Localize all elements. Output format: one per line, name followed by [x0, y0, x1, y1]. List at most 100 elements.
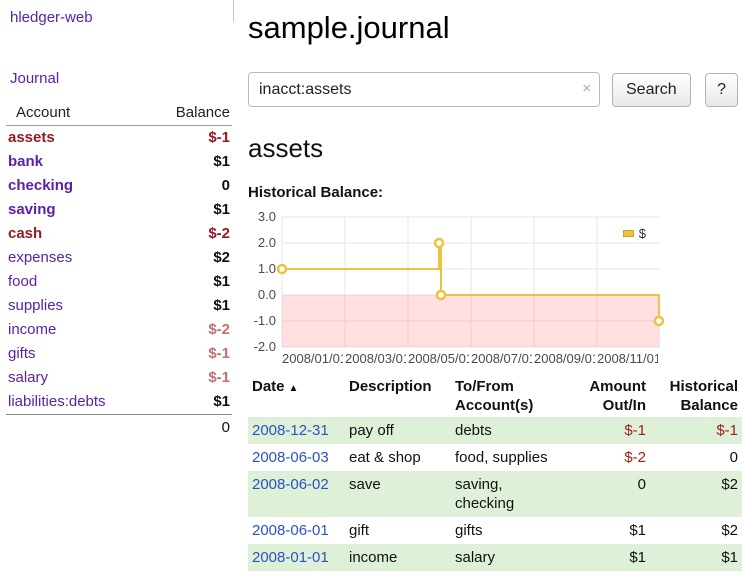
account-row: supplies $1 [6, 294, 232, 318]
y-axis-tick-label: 1.0 [248, 262, 276, 276]
legend-label: $ [639, 226, 646, 241]
sidebar-item-cash[interactable]: cash [8, 225, 42, 242]
sidebar-item-assets[interactable]: assets [8, 129, 55, 146]
accounts-total-row: 0 [6, 415, 232, 442]
register-header-balance: Historical Balance [650, 375, 742, 417]
register-row: 2008-12-31 pay off debts $-1 $-1 [248, 417, 742, 444]
account-balance: $-2 [143, 222, 232, 246]
y-axis-tick-label: 3.0 [248, 210, 276, 224]
y-axis-tick-label: -1.0 [248, 314, 276, 328]
account-row: assets $-1 [6, 126, 232, 151]
register-amount: $1 [563, 517, 650, 544]
register-description: gift [345, 517, 451, 544]
account-balance: $-1 [143, 342, 232, 366]
account-balance: $-1 [143, 366, 232, 390]
accounts-table: Account Balance assets $-1 bank $1 check… [6, 101, 232, 441]
account-row: liabilities:debts $1 [6, 390, 232, 415]
historical-balance-chart: 3.02.01.00.0-1.0-2.0 $ 2008/01/012008/03… [248, 211, 662, 369]
account-balance: $1 [143, 270, 232, 294]
account-row: saving $1 [6, 198, 232, 222]
sidebar-item-gifts[interactable]: gifts [8, 345, 36, 362]
register-balance: $2 [650, 471, 742, 517]
account-balance: $1 [143, 294, 232, 318]
register-amount: $-2 [563, 444, 650, 471]
sidebar-item-income[interactable]: income [8, 321, 56, 338]
register-date-link[interactable]: 2008-06-03 [252, 449, 329, 466]
accounts-header-account: Account [6, 101, 143, 126]
register-header-amount: Amount Out/In [563, 375, 650, 417]
sidebar-item-supplies[interactable]: supplies [8, 297, 63, 314]
account-row: food $1 [6, 270, 232, 294]
sidebar-item-checking[interactable]: checking [8, 177, 73, 194]
register-header-date-label: Date [252, 378, 285, 395]
legend-swatch [623, 230, 634, 237]
sidebar-item-salary[interactable]: salary [8, 369, 48, 386]
register-date-link[interactable]: 2008-12-31 [252, 422, 329, 439]
account-balance: $1 [143, 198, 232, 222]
register-header-date[interactable]: Date▲ [248, 375, 345, 417]
account-row: income $-2 [6, 318, 232, 342]
register-amount: 0 [563, 471, 650, 517]
chart-legend: $ [619, 225, 650, 242]
sidebar-item-journal[interactable]: Journal [10, 70, 240, 87]
sidebar-item-liabilities-debts[interactable]: liabilities:debts [8, 393, 106, 410]
register-date-link[interactable]: 2008-06-02 [252, 476, 329, 493]
account-row: salary $-1 [6, 366, 232, 390]
register-date-link[interactable]: 2008-01-01 [252, 549, 329, 566]
register-table: Date▲ Description To/From Account(s) Amo… [248, 375, 742, 571]
register-balance: $2 [650, 517, 742, 544]
help-button[interactable]: ? [705, 73, 738, 107]
sort-ascending-icon: ▲ [285, 383, 299, 394]
account-balance: $-2 [143, 318, 232, 342]
sidebar-item-food[interactable]: food [8, 273, 37, 290]
x-axis-tick-label: 2008/11/01 [597, 351, 658, 366]
account-row: checking 0 [6, 174, 232, 198]
register-description: income [345, 544, 451, 571]
register-description: save [345, 471, 451, 517]
account-balance: 0 [143, 174, 232, 198]
register-account: gifts [451, 517, 563, 544]
register-balance: $1 [650, 544, 742, 571]
sidebar: hledger-web Journal Account Balance asse… [0, 0, 240, 441]
y-axis-tick-label: -2.0 [248, 340, 276, 354]
register-description: pay off [345, 417, 451, 444]
register-description: eat & shop [345, 444, 451, 471]
accounts-total: 0 [143, 415, 232, 442]
register-account: salary [451, 544, 563, 571]
search-button[interactable]: Search [612, 73, 691, 107]
account-balance: $1 [143, 390, 232, 415]
register-account: debts [451, 417, 563, 444]
account-balance: $1 [143, 150, 232, 174]
app-brand-link[interactable]: hledger-web [10, 9, 240, 26]
search-bar: × Search ? [248, 72, 742, 107]
page-title: sample.journal [248, 10, 742, 46]
search-input[interactable] [248, 72, 600, 107]
register-account: food, supplies [451, 444, 563, 471]
register-balance: $-1 [650, 417, 742, 444]
register-row: 2008-06-03 eat & shop food, supplies $-2… [248, 444, 742, 471]
x-axis-tick-label: 2008/07/01 [471, 351, 532, 366]
register-header-description: Description [345, 375, 451, 417]
chart-title: Historical Balance: [248, 184, 742, 201]
account-row: expenses $2 [6, 246, 232, 270]
chart-x-axis: 2008/01/012008/03/012008/05/012008/07/01… [282, 351, 660, 367]
register-row: 2008-01-01 income salary $1 $1 [248, 544, 742, 571]
register-balance: 0 [650, 444, 742, 471]
register-row: 2008-06-01 gift gifts $1 $2 [248, 517, 742, 544]
account-row: gifts $-1 [6, 342, 232, 366]
clear-search-icon[interactable]: × [582, 81, 591, 97]
register-date-link[interactable]: 2008-06-01 [252, 522, 329, 539]
sidebar-item-expenses[interactable]: expenses [8, 249, 72, 266]
x-axis-tick-label: 2008/03/01 [345, 351, 406, 366]
account-heading: assets [248, 133, 742, 164]
x-axis-tick-label: 2008/09/01 [534, 351, 595, 366]
register-row: 2008-06-02 save saving, checking 0 $2 [248, 471, 742, 517]
chart-plot-area: $ [282, 217, 660, 347]
register-header-account: To/From Account(s) [451, 375, 563, 417]
account-balance: $-1 [143, 126, 232, 151]
register-account: saving, checking [451, 471, 563, 517]
main-content: sample.journal × Search ? assets Histori… [248, 0, 742, 571]
sidebar-item-bank[interactable]: bank [8, 153, 43, 170]
account-row: cash $-2 [6, 222, 232, 246]
sidebar-item-saving[interactable]: saving [8, 201, 56, 218]
